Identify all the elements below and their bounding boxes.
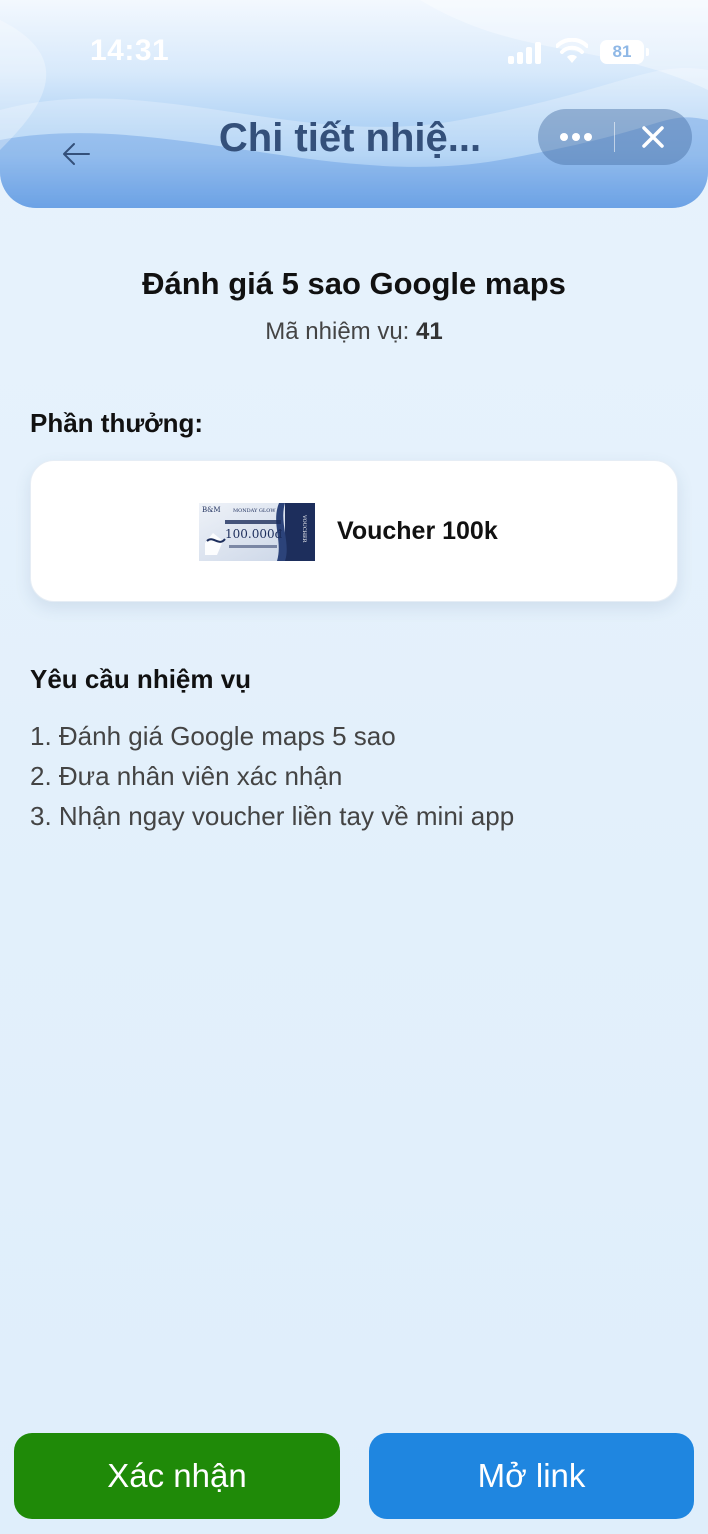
- miniapp-capsule: [538, 109, 692, 165]
- requirement-item: 3. Nhận ngay voucher liền tay về mini ap…: [30, 801, 515, 831]
- back-button[interactable]: [56, 134, 96, 174]
- voucher-image: B&M MONDAY GLOW 100.000đ VOUCHER: [199, 503, 315, 561]
- header: 14:31 81 Chi tiết nhiệ...: [0, 0, 708, 208]
- svg-text:VOUCHER: VOUCHER: [301, 514, 307, 543]
- svg-text:100.000đ: 100.000đ: [225, 527, 283, 541]
- open-link-button[interactable]: Mở link: [369, 1433, 694, 1519]
- reward-card[interactable]: B&M MONDAY GLOW 100.000đ VOUCHER Voucher…: [30, 460, 678, 602]
- more-button[interactable]: [538, 109, 614, 165]
- battery-icon: 81: [600, 40, 649, 64]
- svg-text:B&M: B&M: [202, 506, 221, 514]
- close-icon: [642, 126, 664, 148]
- cellular-signal-icon: [508, 42, 544, 64]
- close-button[interactable]: [615, 109, 691, 165]
- requirements-list: 1. Đánh giá Google maps 5 sao 2. Đưa nhâ…: [30, 716, 514, 836]
- task-code-value: 41: [416, 318, 443, 345]
- task-title: Đánh giá 5 sao Google maps: [142, 266, 566, 301]
- page-title: Chi tiết nhiệ...: [218, 116, 482, 160]
- voucher-name: Voucher 100k: [337, 517, 498, 545]
- reward-label: Phần thưởng:: [30, 408, 204, 438]
- requirements-title: Yêu cầu nhiệm vụ: [30, 664, 252, 694]
- requirement-item: 1. Đánh giá Google maps 5 sao: [30, 721, 396, 751]
- wifi-icon: [556, 38, 588, 63]
- task-code: Mã nhiệm vụ: 41: [0, 318, 708, 346]
- requirement-item: 2. Đưa nhân viên xác nhận: [30, 761, 343, 791]
- status-bar: 14:31 81: [0, 0, 708, 100]
- svg-text:MONDAY GLOW: MONDAY GLOW: [233, 508, 276, 514]
- more-dots-icon: [560, 133, 592, 141]
- status-time: 14:31: [90, 34, 170, 67]
- task-code-label: Mã nhiệm vụ:: [265, 318, 410, 345]
- arrow-left-icon: [63, 143, 90, 165]
- confirm-button[interactable]: Xác nhận: [14, 1433, 340, 1519]
